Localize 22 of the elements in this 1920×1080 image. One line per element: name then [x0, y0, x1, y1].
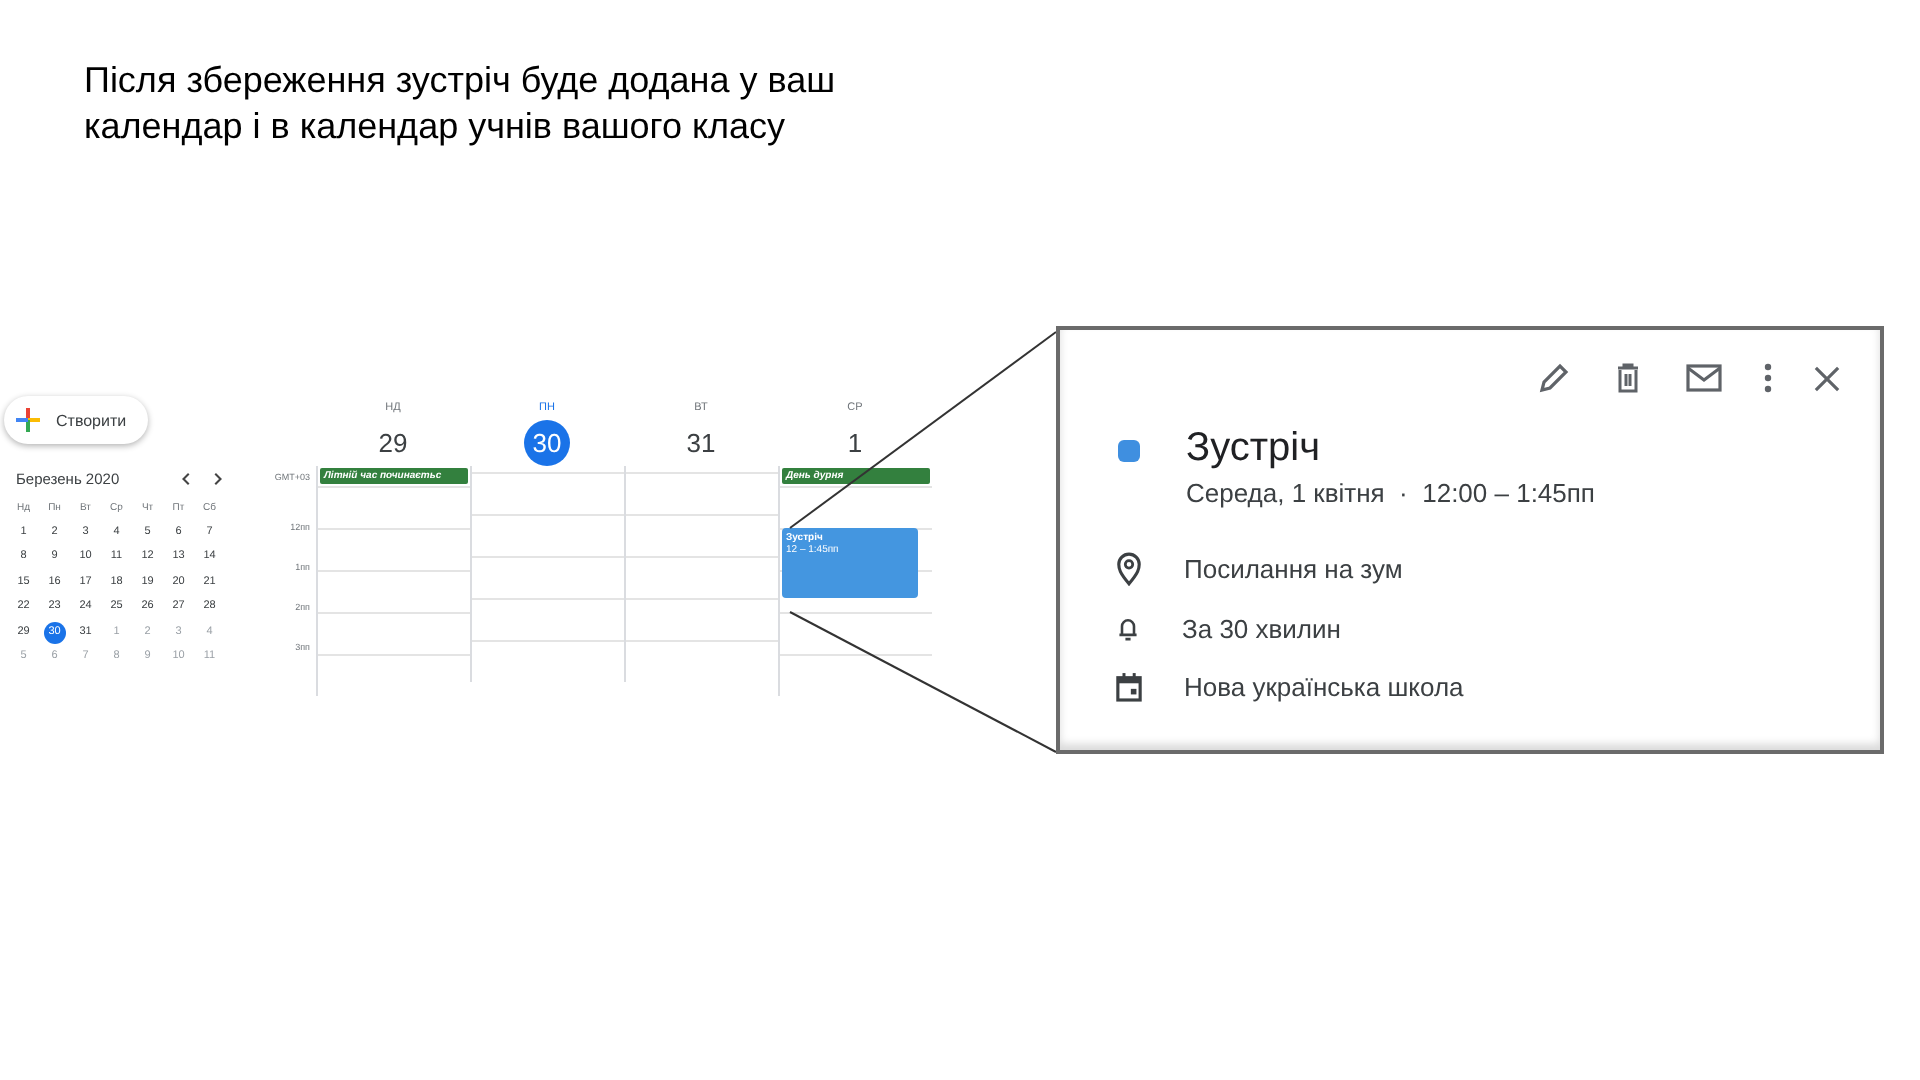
event-date-time: Середа, 1 квітня · 12:00 – 1:45пп: [1186, 478, 1595, 508]
date-number[interactable]: 1: [832, 420, 878, 466]
event-detail: За 30 хвилин: [1182, 613, 1341, 644]
event-title: Зустріч: [1186, 424, 1323, 472]
create-button[interactable]: Створити: [4, 396, 148, 444]
location-pin-icon: [1116, 552, 1142, 587]
date-number[interactable]: 30: [524, 420, 570, 466]
date-number[interactable]: 29: [370, 420, 416, 466]
plus-icon: [16, 408, 40, 432]
calendar-icon: [1116, 672, 1142, 703]
more-icon[interactable]: [1764, 362, 1772, 394]
next-month-icon[interactable]: [210, 472, 224, 486]
event-detail: Посилання на зум: [1184, 554, 1403, 585]
date-number[interactable]: 31: [678, 420, 724, 466]
close-icon[interactable]: [1814, 365, 1840, 391]
delete-icon[interactable]: [1612, 362, 1644, 394]
edit-icon[interactable]: [1538, 362, 1570, 394]
previous-month-icon[interactable]: [180, 472, 194, 486]
slide-caption: Після збереження зустріч буде додана у ваш календар і в календар учнів вашого класу: [84, 58, 838, 150]
mail-icon[interactable]: [1686, 364, 1722, 392]
event-detail: Нова українська школа: [1184, 672, 1464, 703]
bell-icon: [1116, 614, 1140, 643]
